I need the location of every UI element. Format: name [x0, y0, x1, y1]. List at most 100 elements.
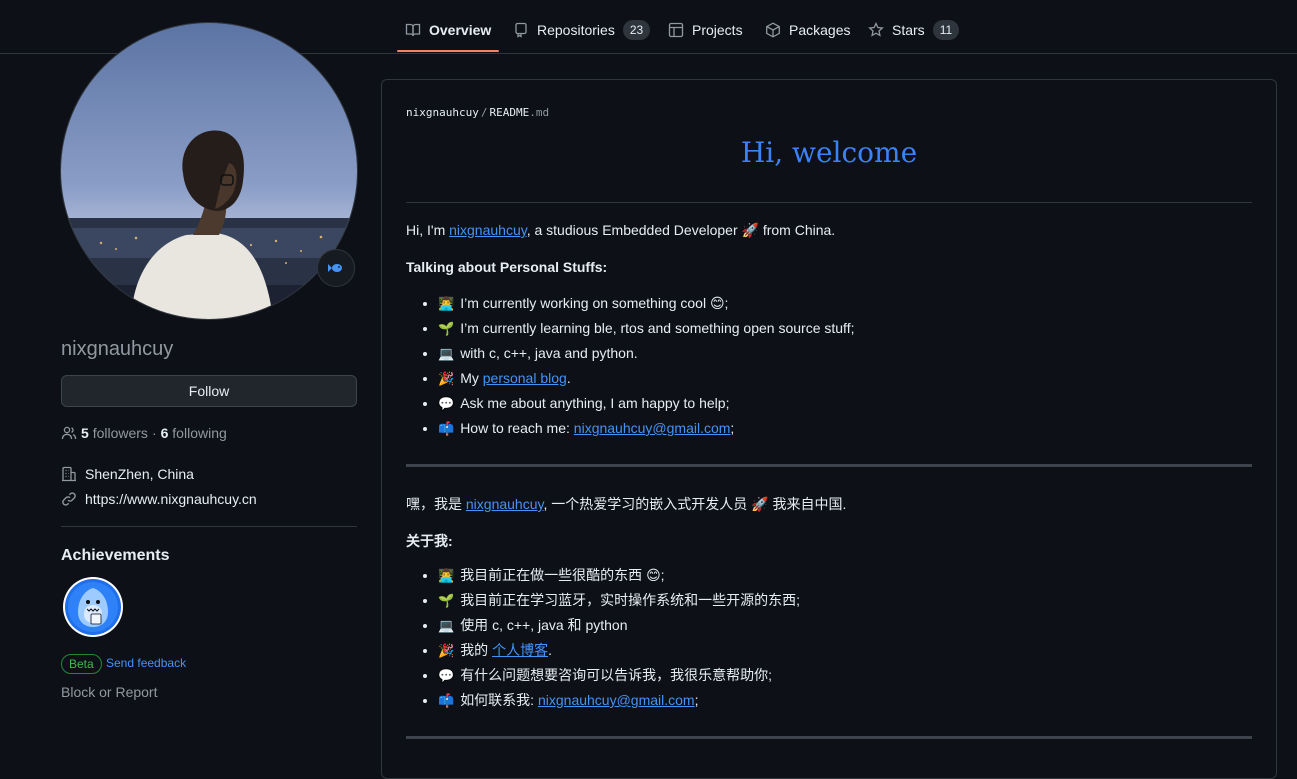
tab-repositories-label: Repositories	[537, 22, 615, 38]
readme-intro-en: Hi, I'm nixgnauhcuy, a studious Embedded…	[406, 222, 835, 239]
section-divider	[406, 464, 1252, 467]
list-item-text: 使用 c, c++, java 和 python	[460, 617, 628, 633]
email-link-zh[interactable]: nixgnauhcuy@gmail.com	[538, 692, 695, 708]
avatar[interactable]	[61, 23, 357, 319]
technologist-emoji: 👨‍💻	[438, 297, 455, 312]
separator-dot: ·	[151, 425, 157, 441]
list-item-text: How to reach me:	[460, 420, 574, 436]
list-item-text: 我目前正在做一些很酷的东西 😊;	[460, 567, 665, 583]
followers-count: 5	[81, 425, 89, 441]
tab-projects-label: Projects	[692, 22, 743, 38]
speech-bubble-emoji: 💬	[438, 397, 455, 412]
profile-username: nixgnauhcuy	[61, 338, 174, 360]
tab-projects[interactable]: Projects	[668, 10, 743, 50]
list-item: 🎉 我的 个人博客.	[438, 638, 800, 663]
tab-stars[interactable]: Stars 11	[868, 10, 960, 50]
tab-packages[interactable]: Packages	[765, 10, 850, 50]
readme-list-zh: 👨‍💻 我目前正在做一些很酷的东西 😊; 🌱 我目前正在学习蓝牙，实时操作系统和一些…	[406, 563, 800, 713]
book-icon	[405, 23, 421, 37]
intro-zh-text-post: , 一个热爱学习的嵌入式开发人员 🚀 我来自中国.	[543, 496, 847, 512]
list-item: 👨‍💻 I’m currently working on something co…	[438, 291, 854, 316]
location-text: ShenZhen, China	[85, 466, 194, 482]
table-icon	[668, 22, 684, 38]
list-item-text-post: ;	[694, 692, 699, 708]
laptop-emoji: 💻	[438, 347, 455, 362]
seedling-emoji: 🌱	[438, 594, 455, 609]
title-underline	[406, 202, 1252, 203]
tab-repositories[interactable]: Repositories 23	[513, 10, 651, 50]
list-item-text: 我目前正在学习蓝牙，实时操作系统和一些开源的东西;	[460, 592, 801, 608]
readme-heading-zh: 关于我:	[406, 533, 453, 549]
list-item: 🌱 I’m currently learning ble, rtos and so…	[438, 316, 854, 341]
star-icon	[868, 22, 884, 37]
list-item-text: 我的	[460, 642, 493, 658]
followers-link[interactable]: 5 followers	[81, 425, 148, 441]
readme-heading-en: Talking about Personal Stuffs:	[406, 259, 608, 275]
seedling-emoji: 🌱	[438, 322, 455, 337]
personal-blog-link-zh[interactable]: 个人博客	[492, 642, 548, 658]
party-emoji: 🎉	[438, 644, 455, 659]
website-row: https://www.nixgnauhcuy.cn	[61, 491, 257, 507]
website-link[interactable]: https://www.nixgnauhcuy.cn	[85, 491, 257, 507]
fish-icon	[328, 264, 342, 272]
people-icon	[61, 426, 77, 440]
speech-bubble-emoji: 💬	[438, 669, 455, 684]
email-link[interactable]: nixgnauhcuy@gmail.com	[574, 420, 731, 436]
tab-packages-label: Packages	[789, 22, 851, 38]
list-item: 🌱 我目前正在学习蓝牙，实时操作系统和一些开源的东西;	[438, 588, 800, 613]
following-count: 6	[160, 425, 169, 441]
beta-badge: Beta	[61, 654, 102, 674]
followers-row: 5 followers · 6 following	[61, 425, 227, 441]
following-link[interactable]: 6 following	[161, 425, 227, 441]
sidebar-divider	[61, 526, 357, 527]
shark-badge-icon	[65, 579, 121, 635]
readme-file-name: README	[489, 106, 530, 119]
personal-blog-link[interactable]: personal blog	[483, 370, 567, 386]
profile-readme: nixgnauhcuy / README.md Hi, welcome Hi, I'…	[381, 79, 1277, 779]
achievement-badge[interactable]	[63, 577, 123, 637]
organization-icon	[62, 466, 76, 482]
following-label: following	[172, 425, 227, 441]
list-item: 📫 如何联系我: nixgnauhcuy@gmail.com;	[438, 688, 800, 713]
list-item-text-post: .	[548, 642, 552, 658]
tab-overview-label: Overview	[429, 22, 492, 38]
list-item-text-post: ;	[730, 420, 735, 436]
readme-path: nixgnauhcuy / README.md	[406, 106, 549, 119]
list-item: 💬 Ask me about anything, I am happy to he…	[438, 391, 854, 416]
followers-label: followers	[92, 425, 148, 441]
intro-en-username-link[interactable]: nixgnauhcuy	[449, 222, 527, 238]
mailbox-emoji: 📫	[438, 694, 455, 709]
list-item-text-post: .	[566, 370, 571, 386]
list-item: 🎉 My personal blog.	[438, 366, 854, 391]
laptop-emoji: 💻	[438, 619, 455, 634]
list-item: 👨‍💻 我目前正在做一些很酷的东西 😊;	[438, 563, 800, 588]
readme-file-ext: .md	[529, 106, 550, 119]
party-emoji: 🎉	[438, 372, 455, 387]
list-item: 💬 有什么问题想要咨询可以告诉我，我很乐意帮助你;	[438, 663, 800, 688]
readme-file-link[interactable]: README.md	[489, 106, 549, 119]
intro-en-text: Hi, I'm	[406, 222, 450, 238]
status-emoji-button[interactable]	[317, 249, 355, 287]
readme-list-en: 👨‍💻 I’m currently working on something co…	[406, 291, 854, 441]
mailbox-emoji: 📫	[438, 422, 455, 437]
location-row: ShenZhen, China	[61, 466, 194, 482]
send-feedback-link[interactable]: Send feedback	[106, 656, 186, 670]
list-item: 📫 How to reach me: nixgnauhcuy@gmail.com;	[438, 416, 854, 441]
list-item-text: I’m currently working on something cool …	[460, 295, 729, 311]
link-icon	[62, 492, 76, 506]
readme-path-separator: /	[480, 106, 488, 119]
follow-button[interactable]: Follow	[61, 375, 357, 407]
list-item-text: My	[460, 370, 483, 386]
list-item: 💻 with c, c++, java and python.	[438, 341, 854, 366]
tab-overview[interactable]: Overview	[396, 10, 500, 52]
list-item-text: with c, c++, java and python.	[460, 345, 638, 361]
repo-icon	[515, 22, 527, 38]
intro-en-text-post: , a studious Embedded Developer 🚀 from C…	[526, 222, 836, 238]
package-icon	[766, 22, 780, 38]
intro-zh-username-link[interactable]: nixgnauhcuy	[466, 496, 544, 512]
list-item: 💻 使用 c, c++, java 和 python	[438, 613, 800, 638]
readme-owner-link[interactable]: nixgnauhcuy	[406, 106, 479, 119]
readme-intro-zh: 嘿，我是 nixgnauhcuy, 一个热爱学习的嵌入式开发人员 🚀 我来自中国…	[406, 494, 846, 514]
tab-stars-label: Stars	[892, 22, 925, 38]
block-or-report-link[interactable]: Block or Report	[61, 684, 157, 700]
